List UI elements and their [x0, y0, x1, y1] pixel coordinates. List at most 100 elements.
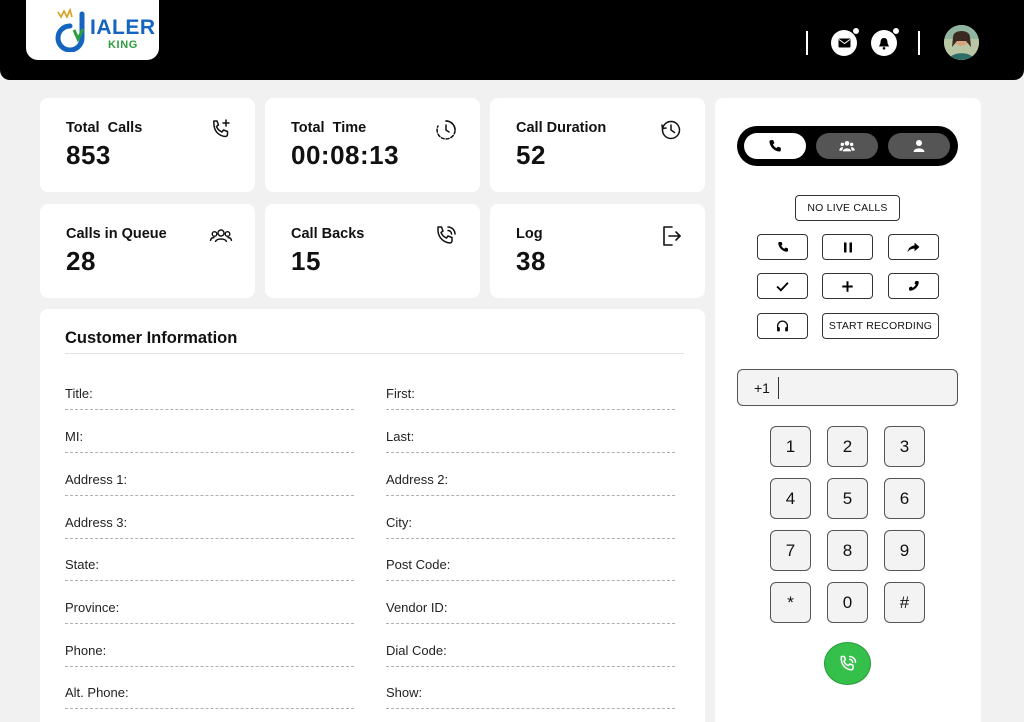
- keypad-key-6[interactable]: 6: [884, 478, 925, 519]
- customer-information-panel: Customer Information Title: MI: Address …: [40, 309, 705, 722]
- headset-button[interactable]: [757, 313, 808, 339]
- mail-icon: [838, 38, 850, 48]
- users-icon: [209, 229, 233, 243]
- check-icon: [776, 281, 789, 292]
- field-label: MI:: [65, 429, 84, 444]
- field-vendor-id[interactable]: Vendor ID:: [386, 581, 675, 624]
- field-address-1[interactable]: Address 1:: [65, 453, 354, 496]
- stat-card-call-duration[interactable]: Call Duration 52: [490, 98, 705, 192]
- group-icon: [839, 141, 855, 152]
- field-show[interactable]: Show:: [386, 666, 675, 709]
- dialer-mode-tabs: [737, 126, 958, 166]
- avatar-icon: [944, 25, 979, 60]
- notification-dot: [852, 27, 860, 35]
- plus-icon: [842, 280, 853, 292]
- phone-callback-icon: [437, 226, 456, 244]
- stat-value: 52: [516, 140, 546, 170]
- keypad-key-4[interactable]: 4: [770, 478, 811, 519]
- stat-card-log[interactable]: Log 38: [490, 204, 705, 298]
- field-label: State:: [65, 557, 99, 572]
- stat-card-calls-in-queue[interactable]: Calls in Queue 28: [40, 204, 255, 298]
- keypad-key-hash[interactable]: #: [884, 582, 925, 623]
- phone-icon: [777, 242, 788, 252]
- field-address-2[interactable]: Address 2:: [386, 453, 675, 496]
- pause-icon: [843, 242, 852, 252]
- field-label: Last:: [386, 429, 415, 444]
- field-last[interactable]: Last:: [386, 410, 675, 453]
- forward-icon: [907, 242, 920, 252]
- phone-plus-icon: [213, 119, 230, 138]
- keypad-key-7[interactable]: 7: [770, 530, 811, 571]
- keypad-key-star[interactable]: *: [770, 582, 811, 623]
- field-label: First:: [386, 386, 415, 401]
- field-state[interactable]: State:: [65, 538, 354, 581]
- field-label: Address 1:: [65, 472, 128, 487]
- history-icon: [661, 120, 681, 140]
- field-province[interactable]: Province:: [65, 581, 354, 624]
- tab-person[interactable]: [888, 133, 950, 159]
- phone-number-input[interactable]: +1: [737, 369, 958, 406]
- phone-icon: [908, 281, 919, 291]
- stat-value: 15: [291, 246, 321, 276]
- field-alt-phone[interactable]: Alt. Phone:: [65, 666, 354, 709]
- headset-icon: [776, 320, 789, 332]
- country-code: +1: [754, 380, 770, 396]
- clock-icon: [436, 120, 456, 140]
- field-mi[interactable]: MI:: [65, 410, 354, 453]
- notification-dot: [892, 27, 900, 35]
- keypad-key-3[interactable]: 3: [884, 426, 925, 467]
- stat-label: Log: [516, 226, 543, 242]
- stat-card-call-backs[interactable]: Call Backs 15: [265, 204, 480, 298]
- avatar[interactable]: [944, 25, 979, 60]
- logo[interactable]: IALER KING: [26, 0, 159, 60]
- field-label: Title:: [65, 386, 93, 401]
- logo-subtext: KING: [108, 39, 138, 51]
- no-live-calls-button[interactable]: NO LIVE CALLS: [795, 195, 900, 221]
- hangup-button[interactable]: [888, 273, 939, 299]
- stat-value: 28: [66, 246, 96, 276]
- tab-group[interactable]: [816, 133, 878, 159]
- pause-button[interactable]: [822, 234, 873, 260]
- keypad-key-0[interactable]: 0: [827, 582, 868, 623]
- stat-card-total-time[interactable]: Total Time 00:08:13: [265, 98, 480, 192]
- stat-card-total-calls[interactable]: Total Calls 853: [40, 98, 255, 192]
- answer-call-button[interactable]: [757, 234, 808, 260]
- field-dial-code[interactable]: Dial Code:: [386, 624, 675, 667]
- tab-phone[interactable]: [744, 133, 806, 159]
- stat-label: Call Backs: [291, 226, 365, 242]
- notifications-button[interactable]: [871, 27, 900, 56]
- stat-label: Calls in Queue: [66, 226, 167, 242]
- transfer-button[interactable]: [888, 234, 939, 260]
- bell-icon: [879, 37, 889, 50]
- add-call-button[interactable]: [822, 273, 873, 299]
- field-label: Vendor ID:: [386, 600, 448, 615]
- field-address-3[interactable]: Address 3:: [65, 496, 354, 539]
- stat-label: Call Duration: [516, 120, 607, 136]
- field-label: Address 2:: [386, 472, 449, 487]
- field-post-code[interactable]: Post Code:: [386, 538, 675, 581]
- call-button[interactable]: [824, 642, 871, 685]
- divider: [65, 353, 684, 354]
- start-recording-button[interactable]: START RECORDING: [822, 313, 939, 339]
- header-divider: [918, 31, 920, 55]
- keypad-key-9[interactable]: 9: [884, 530, 925, 571]
- logo-text: IALER: [90, 16, 156, 39]
- phone-icon: [769, 140, 781, 152]
- field-first[interactable]: First:: [386, 367, 675, 410]
- field-phone[interactable]: Phone:: [65, 624, 354, 667]
- stat-value: 38: [516, 246, 546, 276]
- field-city[interactable]: City:: [386, 496, 675, 539]
- mail-button[interactable]: [831, 27, 860, 56]
- field-label: Address 3:: [65, 515, 128, 530]
- keypad-key-5[interactable]: 5: [827, 478, 868, 519]
- header-divider: [806, 31, 808, 55]
- section-title: Customer Information: [65, 329, 238, 347]
- text-caret: [778, 377, 779, 399]
- keypad-key-1[interactable]: 1: [770, 426, 811, 467]
- field-label: Alt. Phone:: [65, 685, 129, 700]
- logo-mark-icon: [55, 8, 85, 52]
- field-title[interactable]: Title:: [65, 367, 354, 410]
- confirm-button[interactable]: [757, 273, 808, 299]
- keypad-key-2[interactable]: 2: [827, 426, 868, 467]
- keypad-key-8[interactable]: 8: [827, 530, 868, 571]
